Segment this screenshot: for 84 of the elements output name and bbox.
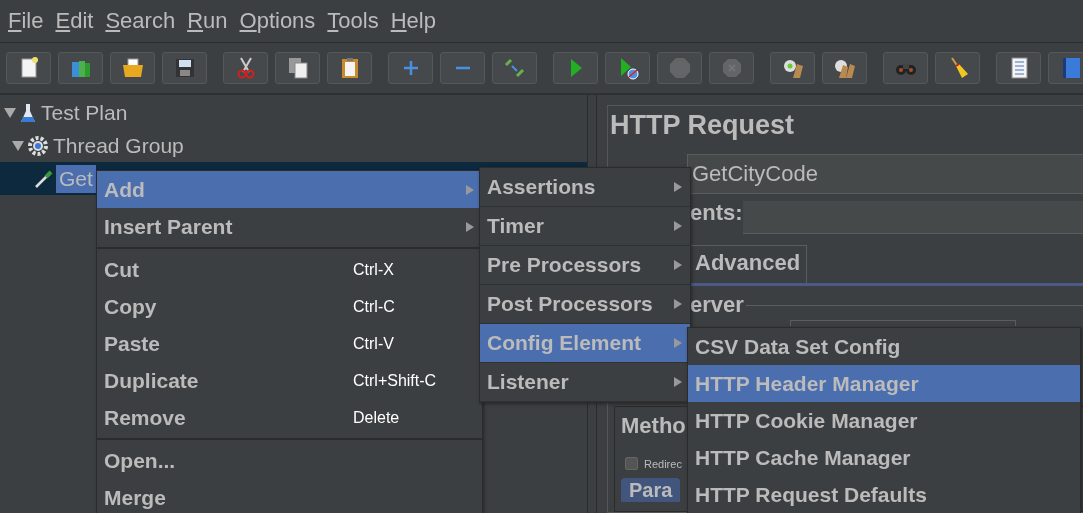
menu-item[interactable]: CSV Data Set Config bbox=[688, 328, 1080, 365]
menu-item-label: CSV Data Set Config bbox=[695, 334, 902, 359]
parameters-tab[interactable]: Para bbox=[621, 478, 681, 502]
menu-item-label: Remove bbox=[104, 405, 187, 430]
shortcut-label: Ctrl-X bbox=[353, 260, 395, 279]
submenu-arrow-icon bbox=[674, 260, 682, 270]
submenu-arrow-icon bbox=[674, 299, 682, 309]
comments-field[interactable] bbox=[742, 200, 1083, 234]
menu-item[interactable]: Paste Ctrl-V bbox=[97, 325, 482, 362]
toolbar-button[interactable] bbox=[327, 52, 372, 84]
menu-item-label: HTTP Cookie Manager bbox=[695, 408, 919, 433]
redirect-checkbox[interactable] bbox=[625, 457, 638, 470]
menu-item[interactable]: Copy Ctrl-C bbox=[97, 288, 482, 325]
menu-item-label: Merge bbox=[104, 485, 167, 510]
menu-item-label: HTTP Request Defaults bbox=[695, 482, 928, 507]
menu-item[interactable]: HTTP Cookie Manager bbox=[688, 402, 1080, 439]
menu-title[interactable]: Help bbox=[386, 8, 440, 34]
submenu-arrow-icon bbox=[674, 182, 682, 192]
toolbar-button[interactable] bbox=[223, 52, 268, 84]
menu-item[interactable]: Cut Ctrl-X bbox=[97, 251, 482, 288]
menu-item-label: Paste bbox=[104, 331, 162, 356]
tree-row[interactable]: Thread Group bbox=[0, 129, 587, 162]
menu-item[interactable]: Merge bbox=[97, 479, 482, 513]
editor-title: HTTP Request bbox=[610, 110, 796, 142]
menu-title[interactable]: Search bbox=[101, 8, 180, 34]
method-label: Metho bbox=[621, 413, 686, 439]
menu-title[interactable]: Edit bbox=[51, 8, 98, 34]
menu-item[interactable]: HTTP Request Defaults bbox=[688, 476, 1080, 513]
menu-item-label: Copy bbox=[104, 294, 158, 319]
menu-item-label: HTTP Cache Manager bbox=[695, 445, 912, 470]
menu-item[interactable]: Duplicate Ctrl+Shift-C bbox=[97, 362, 482, 399]
menu-title[interactable]: Run bbox=[183, 8, 232, 34]
menu-item[interactable]: Timer bbox=[480, 207, 690, 246]
pipette-icon bbox=[34, 168, 54, 189]
menu-item[interactable]: Pre Processors bbox=[480, 246, 690, 285]
toolbar-button[interactable] bbox=[770, 52, 815, 84]
server-field[interactable] bbox=[790, 320, 1016, 326]
gear-icon bbox=[28, 135, 48, 156]
menu-item-label: Config Element bbox=[487, 331, 642, 355]
stop-sign-icon bbox=[667, 56, 692, 80]
toolbar-button[interactable] bbox=[275, 52, 320, 84]
shortcut-label: Ctrl-V bbox=[353, 334, 395, 353]
submenu-arrow-icon bbox=[674, 221, 682, 231]
menu-item-label: Open... bbox=[104, 448, 177, 473]
toolbar-button[interactable] bbox=[935, 52, 980, 84]
menu-item[interactable]: Assertions bbox=[480, 168, 690, 207]
menu-title[interactable]: File bbox=[4, 8, 48, 34]
menu-item-label: HTTP Header Manager bbox=[695, 371, 920, 396]
flask-icon bbox=[20, 102, 36, 123]
tree-label: Thread Group bbox=[52, 132, 185, 159]
toolbar-button[interactable] bbox=[996, 52, 1041, 84]
menu-item-label: Pre Processors bbox=[487, 253, 643, 277]
toolbar-button[interactable] bbox=[110, 52, 155, 84]
menu-item[interactable]: HTTP Cache Manager bbox=[688, 439, 1080, 476]
menu-item[interactable]: Remove Delete bbox=[97, 399, 482, 436]
menu-title[interactable]: Options bbox=[235, 8, 320, 34]
comments-label: ents: bbox=[690, 200, 743, 226]
toolbar-button[interactable] bbox=[6, 52, 51, 84]
expand-triangle-icon[interactable] bbox=[12, 140, 24, 151]
menu-item[interactable]: Open... bbox=[97, 442, 482, 479]
shortcut-label: Ctrl-C bbox=[353, 297, 396, 316]
menu-item-label: Timer bbox=[487, 214, 545, 238]
redirect-label: Redirec bbox=[644, 457, 682, 470]
toolbar-button[interactable] bbox=[162, 52, 207, 84]
menu-item-label: Listener bbox=[487, 370, 570, 394]
shortcut-label: Delete bbox=[353, 408, 401, 427]
name-field[interactable]: GetCityCode bbox=[687, 154, 1083, 194]
menu-item-label: Cut bbox=[104, 257, 140, 282]
menu-title[interactable]: Tools bbox=[323, 8, 383, 34]
toolbar-button[interactable] bbox=[605, 52, 650, 84]
minus-icon bbox=[454, 66, 471, 70]
tree-label: Get bbox=[56, 164, 96, 193]
folder-icon bbox=[120, 56, 145, 80]
toolbar-button[interactable] bbox=[822, 52, 867, 84]
shortcut-label: Ctrl+Shift-C bbox=[353, 371, 438, 390]
menu-item-label: Post Processors bbox=[487, 292, 654, 316]
menu-item-label: Assertions bbox=[487, 175, 597, 199]
menu-item-label: Insert Parent bbox=[104, 214, 234, 239]
server-label: erver bbox=[690, 292, 744, 318]
toggle-icon bbox=[502, 56, 527, 80]
tree-row[interactable]: Test Plan bbox=[0, 96, 587, 129]
tree-label: Test Plan bbox=[40, 99, 129, 126]
menu-item-label: Duplicate bbox=[104, 368, 200, 393]
menu-item-label: Add bbox=[104, 177, 146, 202]
